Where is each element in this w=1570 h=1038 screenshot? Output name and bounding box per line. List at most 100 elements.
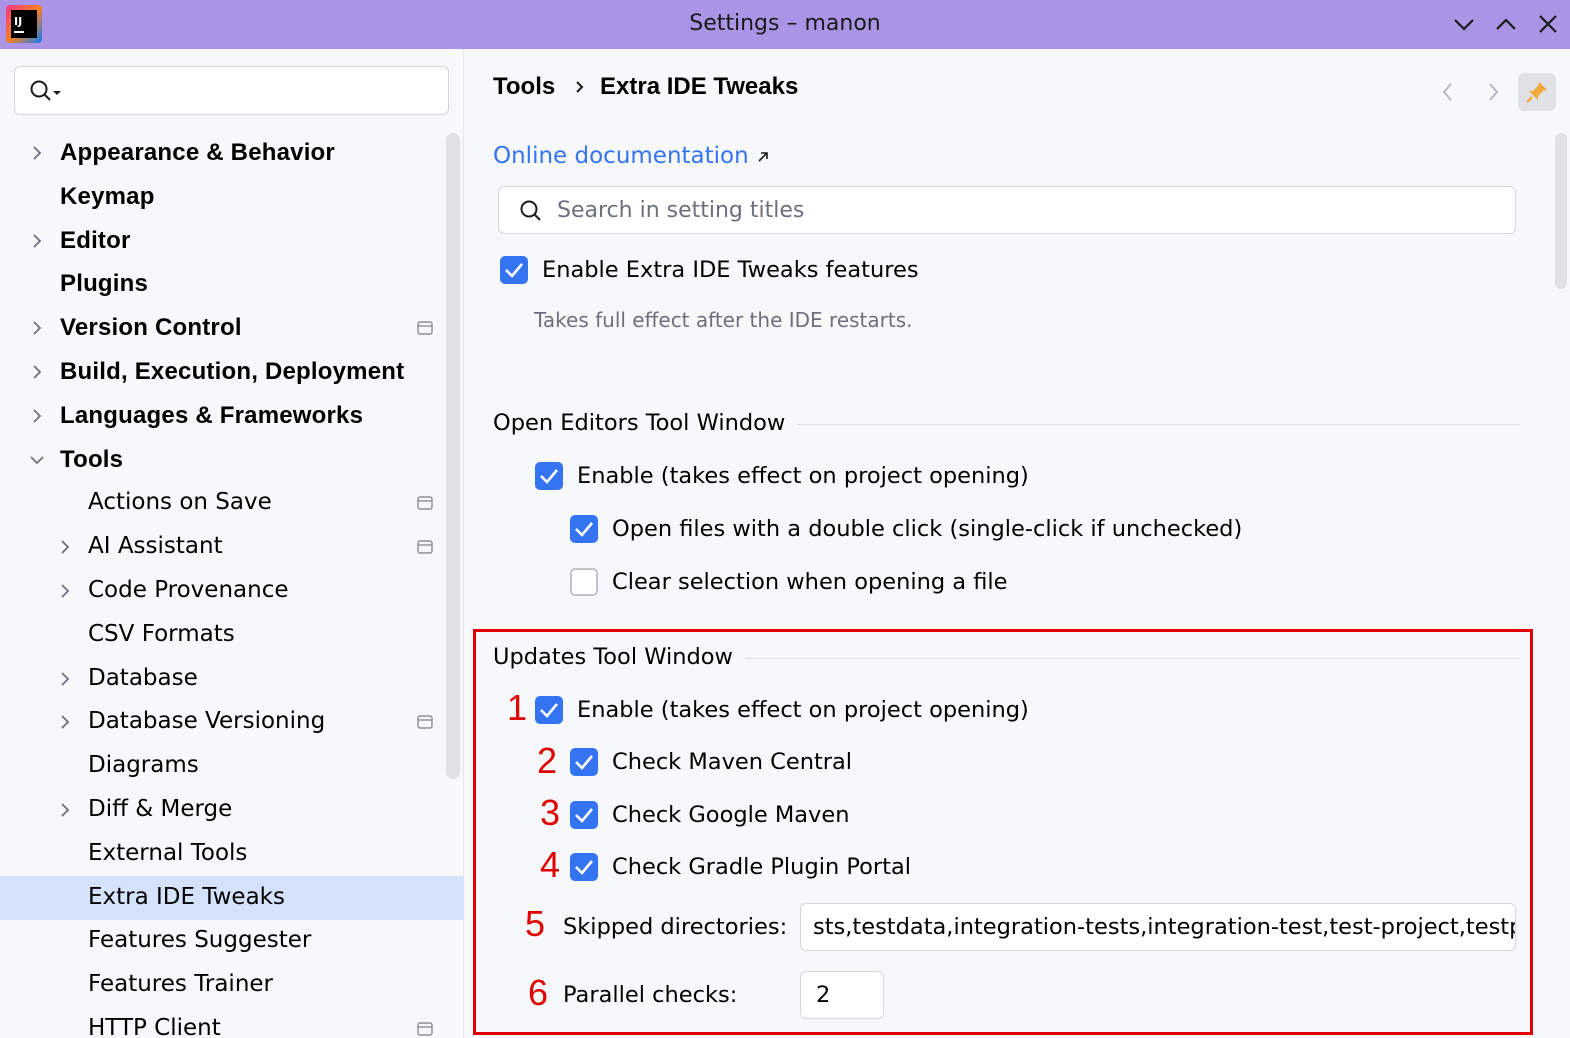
maven-central-checkbox[interactable]: [570, 748, 598, 776]
clear-selection-label: Clear selection when opening a file: [612, 569, 1008, 595]
tree-item-keymap[interactable]: Keymap: [0, 175, 464, 219]
chevron-right-icon[interactable]: [55, 712, 75, 732]
back-arrow-icon[interactable]: [1440, 81, 1456, 103]
tree-item-label: Keymap: [60, 182, 155, 210]
tree-item-actions-on-save[interactable]: Actions on Save: [0, 481, 464, 525]
tree-item-csv-formats[interactable]: CSV Formats: [0, 613, 464, 657]
google-maven-checkbox[interactable]: [570, 801, 598, 829]
tree-item-diagrams[interactable]: Diagrams: [0, 744, 464, 788]
tree-item-version-control[interactable]: Version Control: [0, 306, 464, 350]
close-icon[interactable]: [1536, 12, 1560, 36]
chevron-right-icon[interactable]: [27, 231, 47, 251]
tree-item-extra-ide-tweaks[interactable]: Extra IDE Tweaks: [0, 875, 464, 920]
title-bar: IJ Settings – manon: [0, 0, 1570, 49]
tree-item-label: CSV Formats: [88, 620, 235, 647]
pin-button[interactable]: [1518, 73, 1556, 111]
gradle-portal-label: Check Gradle Plugin Portal: [612, 854, 912, 880]
settings-search-input[interactable]: [14, 66, 449, 115]
tree-item-label: Features Trainer: [88, 971, 273, 998]
checkmark-icon: [540, 469, 558, 484]
tree-item-code-provenance[interactable]: Code Provenance: [0, 569, 464, 613]
tree-item-features-suggester[interactable]: Features Suggester: [0, 919, 464, 963]
content-scrollbar[interactable]: [1555, 133, 1567, 289]
tree-item-build-execution-deployment[interactable]: Build, Execution, Deployment: [0, 350, 464, 394]
parallel-checks-field[interactable]: 2: [800, 971, 884, 1019]
enable-extra-tweaks-label: Enable Extra IDE Tweaks features: [542, 257, 919, 283]
restart-hint: Takes full effect after the IDE restarts…: [534, 308, 913, 332]
tree-item-database[interactable]: Database: [0, 657, 464, 701]
clear-selection-checkbox[interactable]: [570, 568, 598, 596]
enable-extra-tweaks-checkbox[interactable]: [500, 256, 528, 284]
project-level-icon: [417, 321, 433, 335]
chevron-right-icon[interactable]: [55, 581, 75, 601]
search-icon: [520, 200, 541, 221]
tree-item-label: Extra IDE Tweaks: [88, 883, 285, 910]
double-click-checkbox[interactable]: [570, 515, 598, 543]
breadcrumb-parent[interactable]: Tools: [493, 73, 555, 101]
tree-item-label: Editor: [60, 226, 131, 254]
tree-item-external-tools[interactable]: External Tools: [0, 832, 464, 876]
tree-item-features-trainer[interactable]: Features Trainer: [0, 963, 464, 1007]
window-title: Settings – manon: [689, 11, 881, 36]
chevron-right-icon[interactable]: [27, 406, 47, 426]
checkmark-icon: [575, 522, 593, 537]
online-documentation-link[interactable]: Online documentation: [493, 143, 771, 169]
tree-item-languages-frameworks[interactable]: Languages & Frameworks: [0, 394, 464, 438]
minimize-icon[interactable]: [1452, 12, 1476, 36]
search-icon: [30, 80, 61, 101]
tree-scrollbar[interactable]: [446, 133, 460, 779]
maximize-icon[interactable]: [1494, 12, 1518, 36]
annotation-highlight-box: [473, 629, 1533, 1035]
pin-icon: [1526, 82, 1547, 103]
tree-item-label: AI Assistant: [88, 533, 223, 560]
tree-item-plugins[interactable]: Plugins: [0, 262, 464, 306]
checkmark-icon: [575, 860, 593, 875]
open-editors-group-title: Open Editors Tool Window: [493, 410, 798, 436]
external-link-icon: [758, 151, 768, 162]
tree-item-label: Appearance & Behavior: [60, 139, 335, 166]
breadcrumb-separator-icon: [576, 81, 584, 93]
setting-titles-search[interactable]: [498, 186, 1516, 234]
tree-item-label: Diagrams: [88, 752, 199, 779]
project-level-icon: [417, 715, 433, 730]
chevron-right-icon[interactable]: [55, 800, 75, 820]
tree-item-label: Version Control: [60, 314, 242, 342]
tree-item-http-client[interactable]: HTTP Client: [0, 1007, 464, 1038]
chevron-right-icon[interactable]: [27, 143, 47, 163]
tree-item-label: Code Provenance: [88, 577, 289, 603]
annotation-marker-2: 2: [537, 740, 558, 781]
tree-item-editor[interactable]: Editor: [0, 219, 464, 263]
tree-item-database-versioning[interactable]: Database Versioning: [0, 700, 464, 744]
tree-item-diff-merge[interactable]: Diff & Merge: [0, 788, 464, 832]
chevron-right-icon[interactable]: [27, 362, 47, 382]
tree-item-label: External Tools: [88, 839, 248, 866]
annotation-marker-1: 1: [507, 687, 528, 728]
forward-arrow-icon[interactable]: [1485, 81, 1501, 103]
open-editors-enable-label: Enable (takes effect on project opening): [577, 463, 1029, 489]
chevron-right-icon[interactable]: [55, 669, 75, 689]
checkmark-icon: [575, 755, 593, 770]
google-maven-label: Check Google Maven: [612, 802, 850, 828]
checkmark-icon: [505, 263, 523, 278]
tree-item-tools[interactable]: Tools: [0, 438, 464, 482]
gradle-portal-checkbox[interactable]: [570, 853, 598, 881]
chevron-right-icon[interactable]: [55, 537, 75, 557]
tree-item-ai-assistant[interactable]: AI Assistant: [0, 525, 464, 569]
checkmark-icon: [575, 808, 593, 823]
tree-item-label: Database: [88, 664, 198, 691]
maven-central-label: Check Maven Central: [612, 749, 853, 775]
setting-titles-search-input[interactable]: [557, 195, 1497, 225]
parallel-checks-value: 2: [816, 982, 831, 1008]
updates-enable-checkbox[interactable]: [535, 696, 563, 724]
skipped-directories-field[interactable]: sts,testdata,integration-tests,integrati…: [800, 903, 1516, 951]
tree-item-appearance-behavior[interactable]: Appearance & Behavior: [0, 131, 464, 175]
skipped-directories-value: sts,testdata,integration-tests,integrati…: [813, 914, 1516, 940]
chevron-right-icon[interactable]: [27, 318, 47, 338]
updates-enable-label: Enable (takes effect on project opening): [577, 697, 1029, 723]
open-editors-enable-checkbox[interactable]: [535, 462, 563, 490]
chevron-down-icon[interactable]: [27, 450, 47, 470]
tree-item-label: Tools: [60, 445, 124, 473]
tree-item-label: Database Versioning: [88, 708, 326, 735]
annotation-marker-4: 4: [540, 844, 561, 885]
project-level-icon: [417, 496, 433, 511]
